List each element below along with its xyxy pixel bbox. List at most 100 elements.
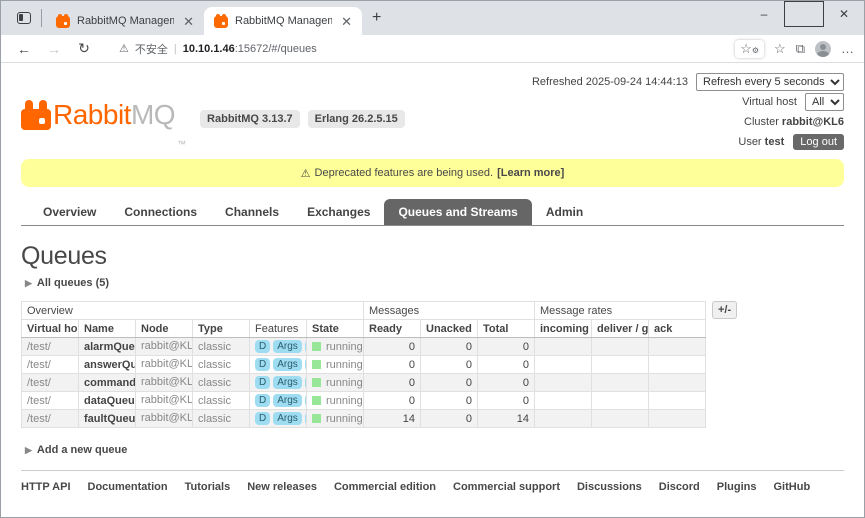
rabbitmq-logo-icon[interactable] [21,100,51,130]
vhost-value: /test/ [27,377,51,389]
tab-actions-menu-icon[interactable] [9,4,39,32]
forward-icon[interactable]: → [41,41,67,57]
refresh-interval-select[interactable]: Refresh every 5 seconds [696,73,844,91]
profile-avatar[interactable] [815,41,831,57]
column-header-type[interactable]: Type [193,320,250,338]
cell-ack [649,356,706,374]
vhost-label: Virtual host [742,96,797,108]
favorites-icon[interactable]: ☆ [774,41,786,57]
tab-close-icon[interactable]: ✕ [339,15,354,28]
tab-exchanges[interactable]: Exchanges [293,199,384,225]
tab-close-icon[interactable]: ✕ [181,15,196,28]
running-state-icon [312,414,321,423]
refresh-icon[interactable]: ↻ [71,40,97,57]
cluster-label: Cluster [744,116,779,128]
url-path: :15672/#/queues [235,43,317,55]
cell-total: 0 [478,338,535,356]
cell-type: classic [193,374,250,392]
queue-name-link[interactable]: answerQueue [84,359,136,371]
footer-link-http-api[interactable]: HTTP API [21,481,71,493]
footer-link-discord[interactable]: Discord [659,481,700,493]
column-header-deliver-get[interactable]: deliver / get [592,320,649,338]
footer-link-new-releases[interactable]: New releases [247,481,317,493]
cell-incoming [535,338,592,356]
all-queues-toggle[interactable]: ▶All queues (5) [25,277,844,289]
logout-button[interactable]: Log out [793,134,844,150]
queue-type-value: classic [198,395,231,407]
tab-admin[interactable]: Admin [532,199,597,225]
footer-link-tutorials[interactable]: Tutorials [185,481,231,493]
warning-icon: ⚠ [301,167,311,180]
column-header-ack[interactable]: ack [649,320,706,338]
collections-icon[interactable]: ⧉ [796,41,805,57]
column-header-node[interactable]: Node [136,320,193,338]
footer-link-commercial-support[interactable]: Commercial support [453,481,560,493]
column-header-unacked[interactable]: Unacked [421,320,478,338]
queue-name-link[interactable]: faultQueue [84,413,136,425]
group-header-messages: Messages [364,302,535,320]
cell-node: rabbit@KL6 +1 [136,338,193,356]
cell-unacked: 0 [421,356,478,374]
feature-badge-d: D [255,358,270,371]
node-value: rabbit@KL6 [141,340,193,352]
address-separator: | [174,43,177,55]
cell-node: rabbit@KL6 +1 [136,410,193,428]
cell-features: DArgsjxjq [250,356,307,374]
queue-name-link[interactable]: commandQueue [84,377,136,389]
column-header-virtual-host[interactable]: Virtual host [22,320,79,338]
queue-row-faultQueue: /test/faultQueuerabbit@KL6 +1classicDArg… [22,410,706,428]
cell-vhost: /test/ [22,392,79,410]
cell-deliver-get [592,374,649,392]
node-value: rabbit@KL6 [141,412,193,424]
user-name: test [765,136,785,148]
close-icon[interactable]: ✕ [824,1,864,27]
column-toggle-button[interactable]: +/- [712,301,737,319]
tab-channels[interactable]: Channels [211,199,293,225]
minimize-icon[interactable]: – [744,1,784,27]
new-tab-button[interactable]: + [362,9,391,27]
node-value: rabbit@KL6 [141,394,193,406]
browser-tab-1[interactable]: RabbitMQ Management✕ [46,7,204,35]
add-queue-toggle[interactable]: ▶Add a new queue [25,444,844,456]
tab-connections[interactable]: Connections [110,199,211,225]
tab-queues-and-streams[interactable]: Queues and Streams [384,199,531,225]
deprecated-features-banner: ⚠ Deprecated features are being used. [L… [21,159,844,187]
queue-row-commandQueue: /test/commandQueuerabbit@KL6 +1classicDA… [22,374,706,392]
star-settings-icon[interactable]: ☆⚙ [735,40,764,58]
queue-name-link[interactable]: alarmQueue [84,341,136,353]
queue-name-link[interactable]: dataQueue [84,395,136,407]
footer-link-documentation[interactable]: Documentation [88,481,168,493]
feature-badge-args: Args [273,340,302,353]
footer-link-discussions[interactable]: Discussions [577,481,642,493]
maximize-icon[interactable] [784,1,824,27]
footer-link-commercial-edition[interactable]: Commercial edition [334,481,436,493]
queue-type-value: classic [198,413,231,425]
vhost-value: /test/ [27,395,51,407]
rabbitmq-favicon [56,14,70,28]
cell-type: classic [193,410,250,428]
cell-state: running [307,356,364,374]
vhost-select[interactable]: All [805,93,844,111]
back-icon[interactable]: ← [11,41,37,57]
column-header-incoming[interactable]: incoming [535,320,592,338]
footer-link-plugins[interactable]: Plugins [717,481,757,493]
vhost-value: /test/ [27,341,51,353]
column-header-total[interactable]: Total [478,320,535,338]
footer-link-github[interactable]: GitHub [774,481,811,493]
browser-titlebar: RabbitMQ Management✕RabbitMQ Management✕… [1,1,864,35]
cell-name: answerQueue [79,356,136,374]
tab-overview[interactable]: Overview [29,199,110,225]
column-header-state[interactable]: State [307,320,364,338]
learn-more-link[interactable]: [Learn more] [497,167,564,179]
column-header-name[interactable]: Name [79,320,136,338]
logo-text-rabbit[interactable]: Rabbit [53,99,131,131]
version-badge-1: RabbitMQ 3.13.7 [200,110,300,128]
footer-divider [21,470,844,471]
browser-tab-2[interactable]: RabbitMQ Management✕ [204,7,362,35]
more-menu-icon[interactable]: … [841,41,854,56]
cell-ack [649,392,706,410]
user-label: User [738,136,761,148]
address-bar[interactable]: ⚠ 不安全 | 10.10.1.46:15672/#/queues [107,38,725,60]
column-header-ready[interactable]: Ready [364,320,421,338]
logo-trademark: ™ [177,139,186,149]
